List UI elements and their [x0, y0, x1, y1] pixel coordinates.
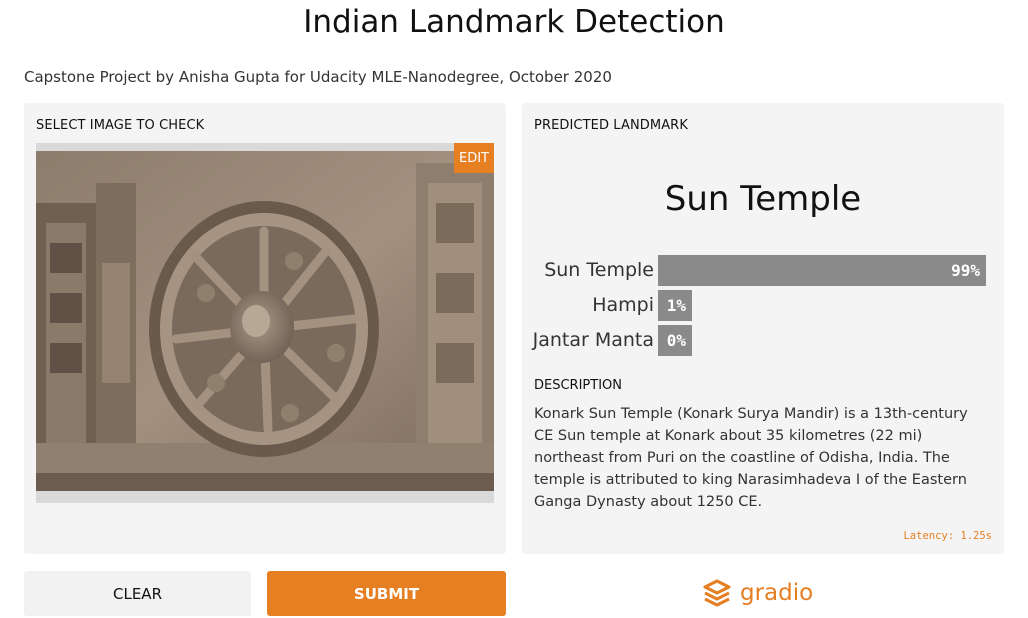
description-text: Konark Sun Temple (Konark Surya Mandir) …	[534, 406, 968, 510]
input-panel: SELECT IMAGE TO CHECK EDIT	[24, 103, 506, 554]
page-subtitle: Capstone Project by Anisha Gupta for Uda…	[24, 68, 612, 86]
confidence-row: Sun Temple 99%	[522, 255, 1004, 287]
confidence-label: Sun Temple	[544, 259, 654, 281]
gradio-logo[interactable]: gradio	[702, 575, 813, 611]
landmark-image	[36, 151, 494, 491]
latency-indicator: Latency: 1.25s	[903, 530, 992, 542]
gradio-logo-icon	[703, 579, 731, 607]
gradio-logo-text: gradio	[740, 580, 814, 606]
confidence-label: Hampi	[592, 294, 654, 316]
confidence-row: Jantar Manta 0%	[522, 325, 1004, 357]
output-panel-label: PREDICTED LANDMARK	[534, 118, 688, 133]
description-label: DESCRIPTION	[534, 378, 622, 393]
confidence-bar: 0%	[658, 325, 692, 356]
clear-button[interactable]: CLEAR	[24, 571, 251, 616]
confidence-bar: 1%	[658, 290, 692, 321]
input-panel-label: SELECT IMAGE TO CHECK	[36, 118, 205, 133]
confidence-label: Jantar Manta	[532, 329, 654, 351]
image-upload[interactable]: EDIT	[36, 143, 494, 503]
submit-button[interactable]: SUBMIT	[267, 571, 506, 616]
confidence-bar: 99%	[658, 255, 986, 286]
page-title: Indian Landmark Detection	[303, 4, 725, 40]
predicted-label: Sun Temple	[664, 179, 862, 219]
output-panel: PREDICTED LANDMARK Sun Temple Sun Temple…	[522, 103, 1004, 554]
confidence-row: Hampi 1%	[522, 290, 1004, 322]
edit-button[interactable]: EDIT	[454, 143, 494, 173]
